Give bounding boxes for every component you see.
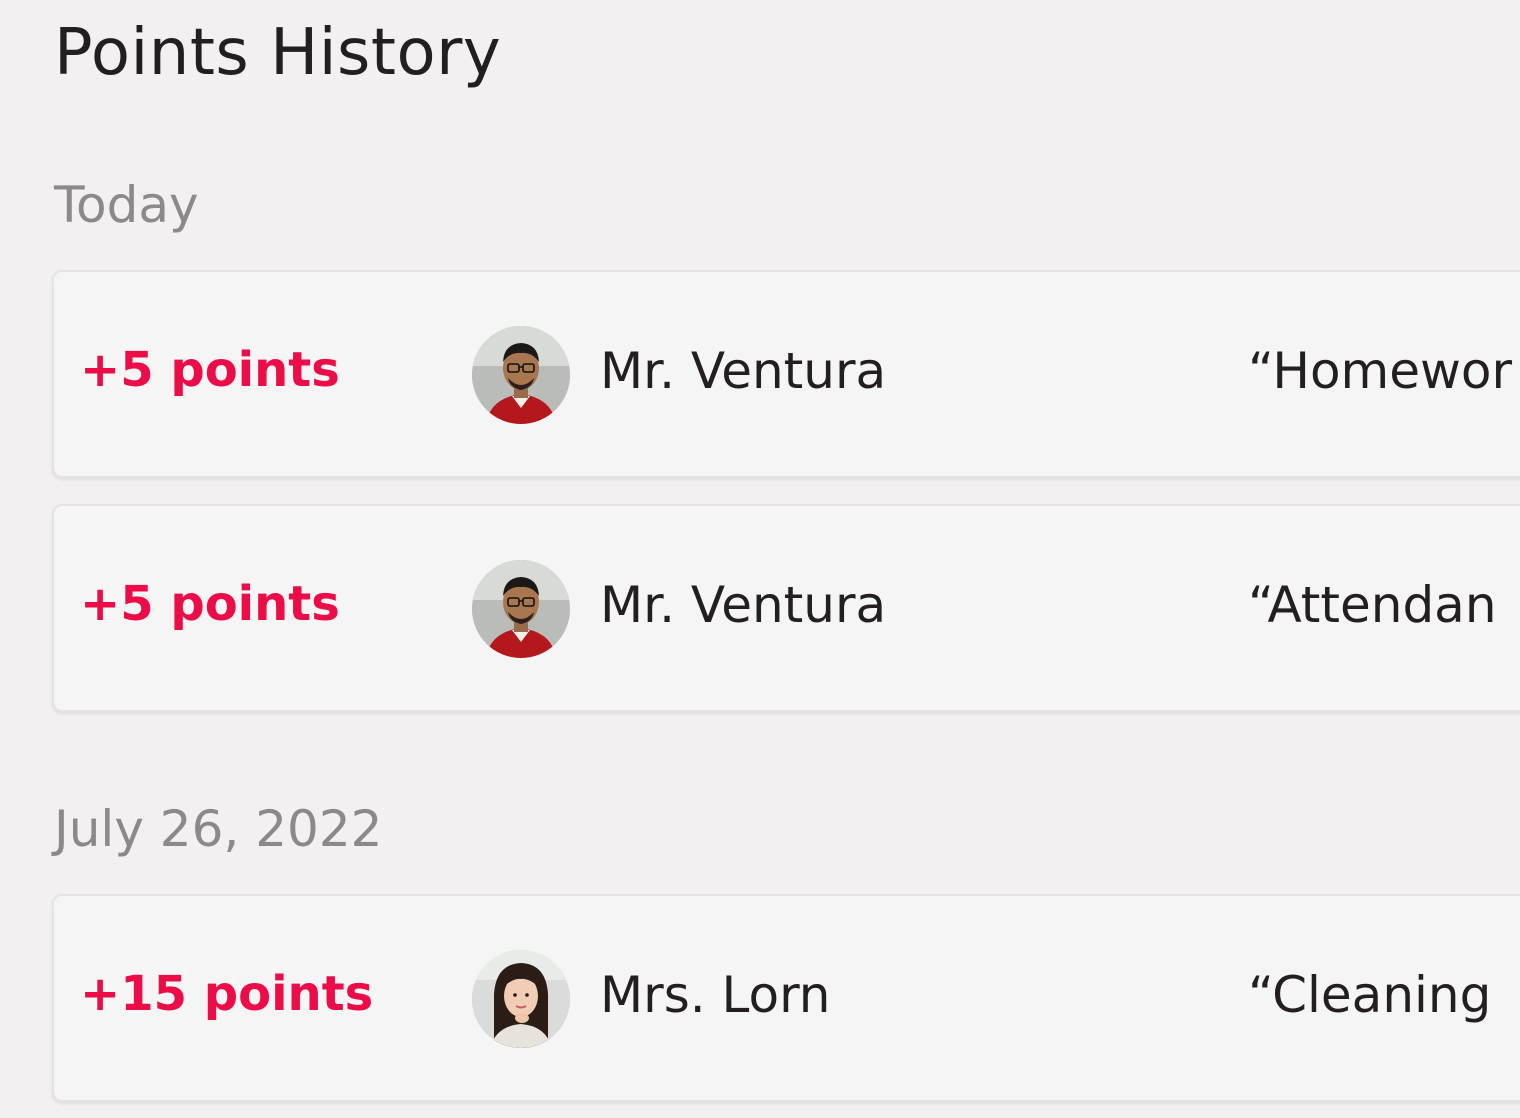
- points-reason: “Attendan: [1248, 576, 1497, 634]
- points-entry-card[interactable]: +5 points Mr. Ventura “Homewor: [52, 270, 1520, 478]
- points-reason: “Homewor: [1248, 342, 1513, 400]
- points-reason: “Cleaning: [1248, 966, 1492, 1024]
- section-label-date: July 26, 2022: [54, 800, 383, 858]
- section-label-today: Today: [54, 176, 199, 234]
- teacher-name: Mrs. Lorn: [600, 966, 831, 1024]
- teacher-avatar: [472, 560, 570, 658]
- points-amount: +15 points: [80, 966, 374, 1022]
- teacher-avatar: [472, 326, 570, 424]
- page-title: Points History: [54, 16, 502, 90]
- points-amount: +5 points: [80, 576, 340, 632]
- teacher-avatar: [472, 950, 570, 1048]
- points-entry-card[interactable]: +15 points Mrs. Lorn “Cleaning: [52, 894, 1520, 1102]
- teacher-name: Mr. Ventura: [600, 342, 887, 400]
- teacher-name: Mr. Ventura: [600, 576, 887, 634]
- points-amount: +5 points: [80, 342, 340, 398]
- points-entry-card[interactable]: +5 points Mr. Ventura “Attendan: [52, 504, 1520, 712]
